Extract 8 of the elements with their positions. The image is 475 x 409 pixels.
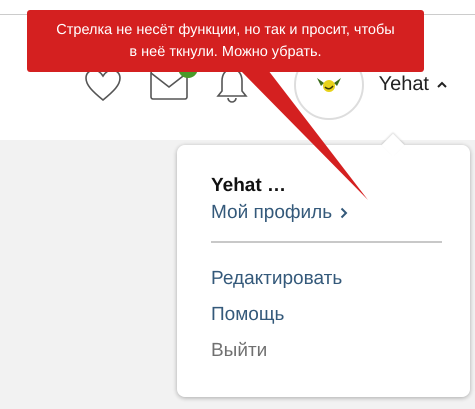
menu-item[interactable]: Помощь <box>211 297 284 333</box>
chevron-icon <box>340 207 348 219</box>
profile-link[interactable]: Мой профиль <box>211 199 348 227</box>
menu-item[interactable]: Выйти <box>211 333 268 369</box>
callout-tooltip: Стрелка не несёт функции, но так и просит, чтобы в неё ткнули. Можно убрать. <box>27 10 424 72</box>
user-menu-button[interactable]: Yehat <box>378 73 447 96</box>
menu-item[interactable]: Редактировать <box>211 261 342 297</box>
menu-title: Yehat … <box>211 174 286 198</box>
